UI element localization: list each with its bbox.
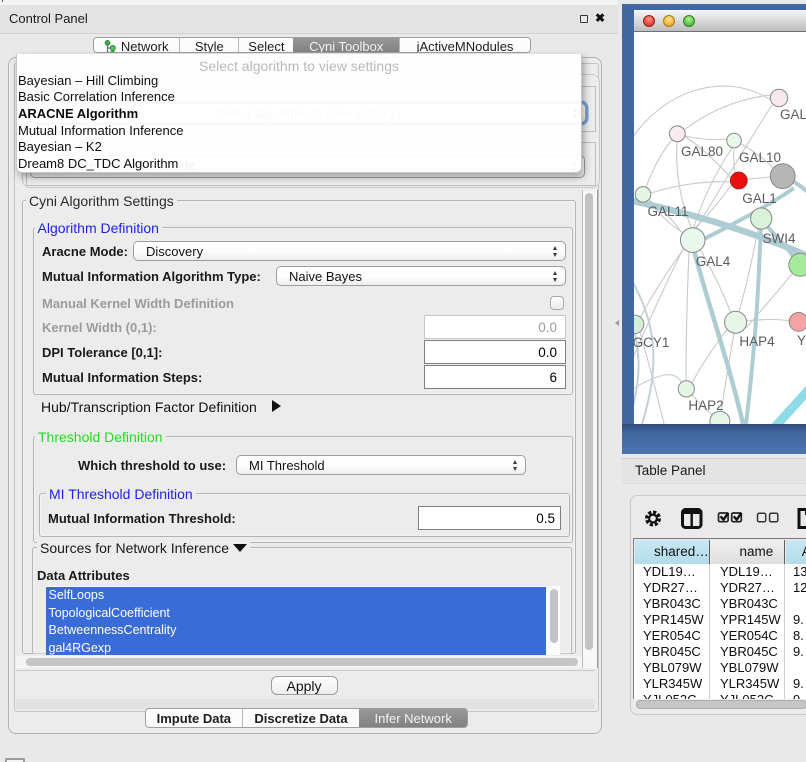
svg-text:GAL7: GAL7	[780, 107, 806, 122]
svg-text:HAP2: HAP2	[688, 398, 723, 413]
svg-text:GAL80: GAL80	[681, 144, 723, 159]
svg-text:HAP4: HAP4	[739, 334, 775, 349]
svg-text:Y: Y	[797, 333, 806, 348]
svg-text:SWI4: SWI4	[762, 231, 795, 246]
svg-text:GAL11: GAL11	[647, 204, 688, 219]
svg-text:GAL10: GAL10	[739, 150, 781, 165]
svg-text:GAL1: GAL1	[742, 191, 777, 206]
svg-text:GCY1: GCY1	[634, 335, 669, 350]
svg-text:GAL4: GAL4	[696, 254, 731, 269]
